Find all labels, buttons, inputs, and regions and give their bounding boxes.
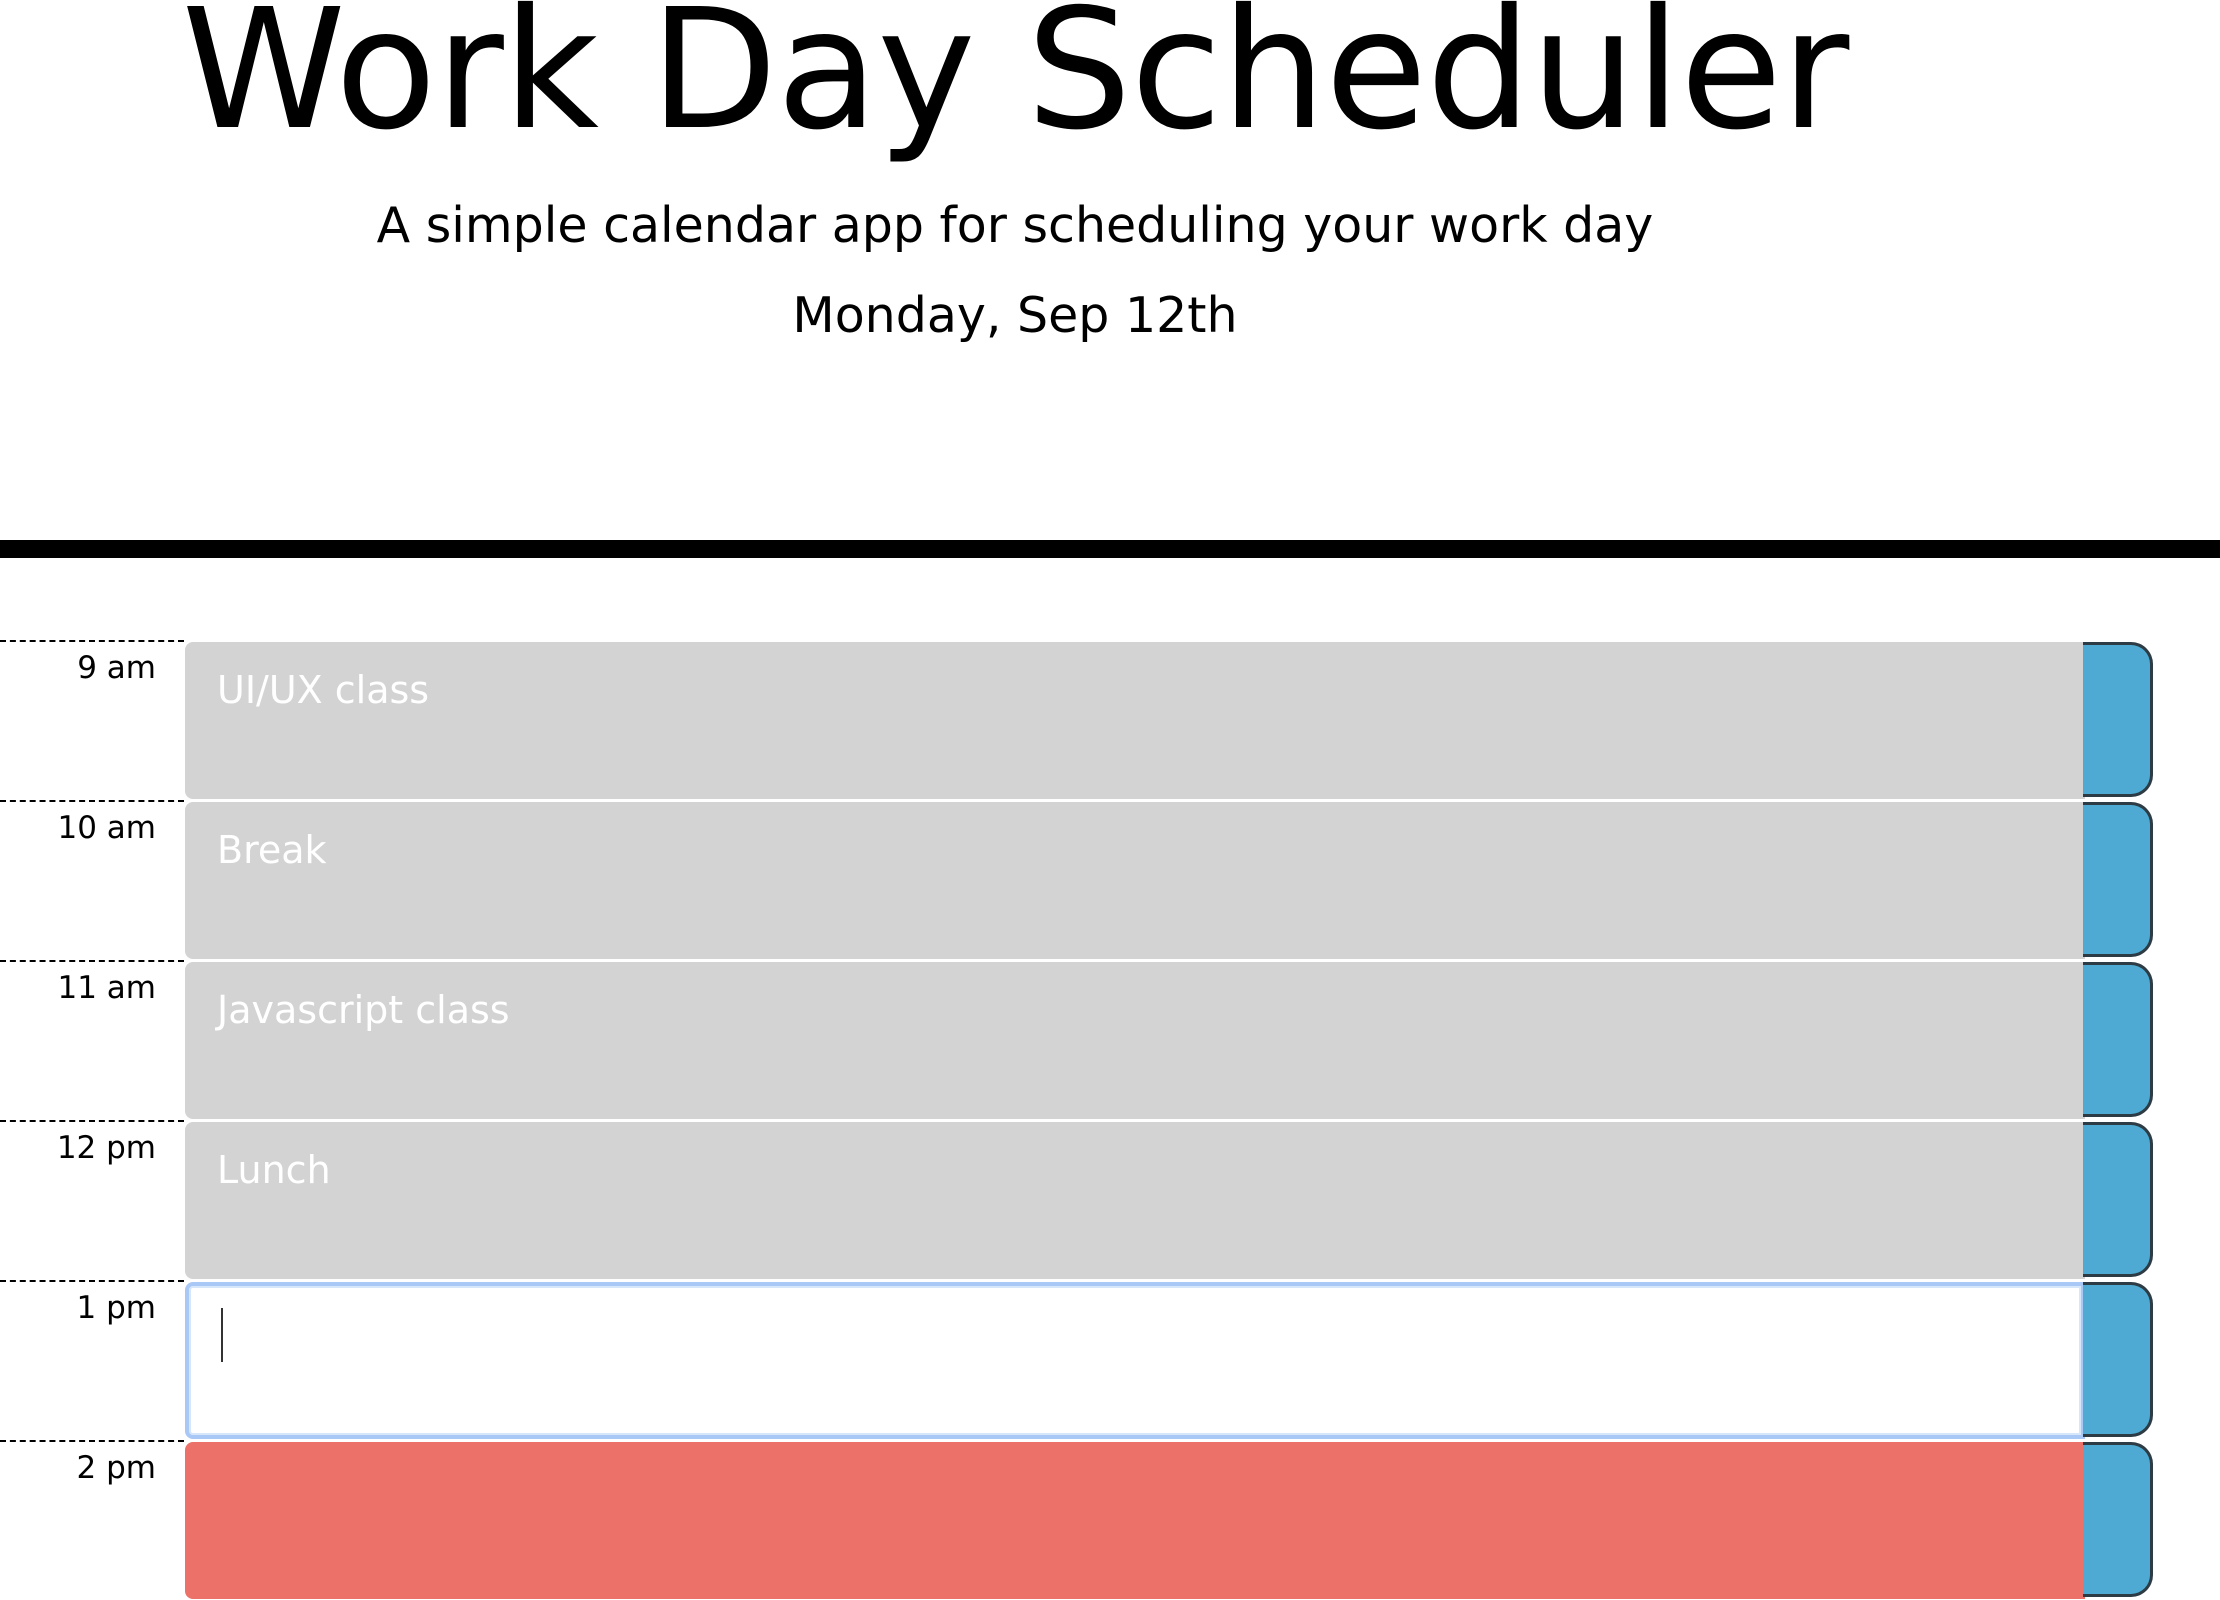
hour-label: 2 pm [0, 1440, 184, 1600]
timeblock-row: 1 pm [0, 1280, 2220, 1440]
page-title: Work Day Scheduler [181, 0, 1850, 167]
event-description-input[interactable]: UI/UX class [185, 642, 2085, 799]
hour-label: 12 pm [0, 1120, 184, 1280]
event-description-input[interactable] [185, 1282, 2085, 1439]
save-button[interactable] [2083, 642, 2153, 797]
header: Work Day Scheduler A simple calendar app… [0, 0, 2220, 558]
event-description-input[interactable] [185, 1442, 2085, 1599]
timeblock-row: 9 am UI/UX class [0, 640, 2220, 800]
save-button[interactable] [2083, 962, 2153, 1117]
text-cursor [221, 1308, 223, 1362]
save-button[interactable] [2083, 802, 2153, 957]
save-button[interactable] [2083, 1282, 2153, 1437]
hour-label: 1 pm [0, 1280, 184, 1440]
event-description-input[interactable]: Lunch [185, 1122, 2085, 1279]
hour-label: 9 am [0, 640, 184, 800]
hour-label: 10 am [0, 800, 184, 960]
timeblock-row: 12 pm Lunch [0, 1120, 2220, 1280]
event-description-input[interactable]: Javascript class [185, 962, 2085, 1119]
timeblock-list: 9 am UI/UX class 10 am Break 11 am Javas… [0, 640, 2220, 1600]
current-day: Monday, Sep 12th [792, 287, 1238, 344]
save-button[interactable] [2083, 1122, 2153, 1277]
save-button[interactable] [2083, 1442, 2153, 1597]
page-subtitle: A simple calendar app for scheduling you… [376, 197, 1654, 254]
event-description-input[interactable]: Break [185, 802, 2085, 959]
timeblock-row: 11 am Javascript class [0, 960, 2220, 1120]
timeblock-row: 10 am Break [0, 800, 2220, 960]
timeblock-row: 2 pm [0, 1440, 2220, 1600]
hour-label: 11 am [0, 960, 184, 1120]
